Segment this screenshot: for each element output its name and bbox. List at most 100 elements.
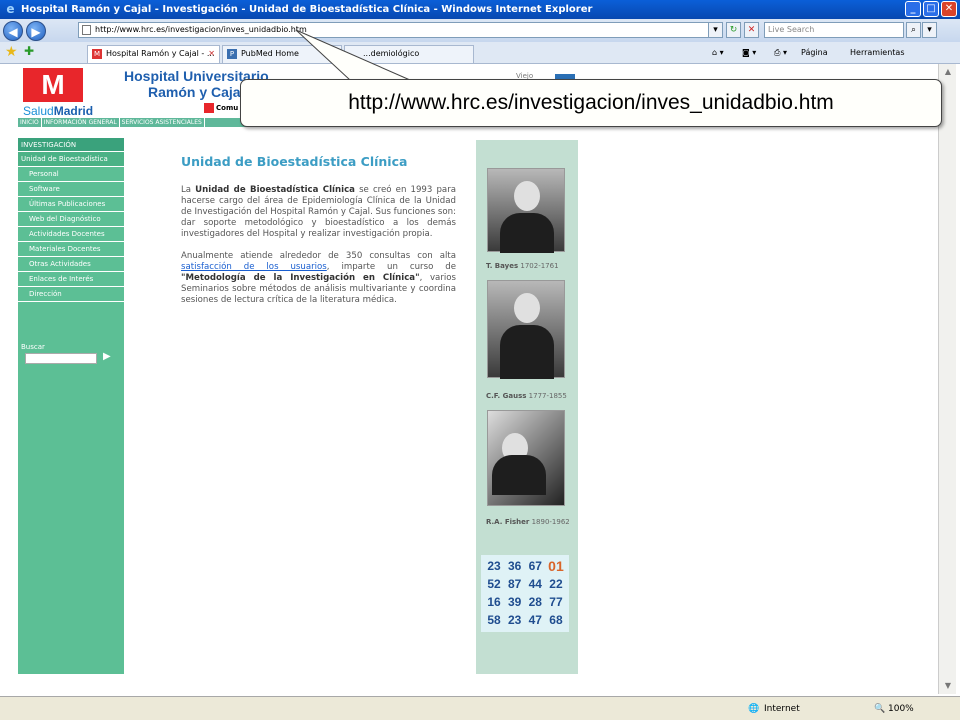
number-cell: 39 bbox=[507, 595, 522, 609]
p1-bold: Unidad de Bioestadística Clínica bbox=[195, 185, 355, 195]
tab-label: Hospital Ramón y Cajal - ... bbox=[106, 49, 215, 58]
sidebar-item-direccion[interactable]: Dirección bbox=[18, 287, 124, 302]
number-row: 23 36 67 01 bbox=[484, 557, 566, 575]
activity-paragraph: Anualmente atiende alrededor de 350 cons… bbox=[181, 251, 456, 306]
search-go-icon[interactable]: ▶ bbox=[103, 351, 111, 362]
p2-text-2: , imparte un curso de bbox=[326, 262, 456, 272]
tools-menu[interactable]: Herramientas bbox=[850, 45, 905, 61]
number-cell: 23 bbox=[487, 559, 501, 573]
search-icon[interactable]: ⌕ bbox=[906, 22, 921, 38]
address-input[interactable]: http://www.hrc.es/investigacion/inves_un… bbox=[78, 22, 723, 38]
number-cell: 58 bbox=[487, 613, 501, 627]
page-viewport: M SaludMadrid Hospital Universitario Ram… bbox=[18, 64, 938, 694]
number-row: 16 39 28 77 bbox=[484, 593, 566, 611]
address-url: http://www.hrc.es/investigacion/inves_un… bbox=[95, 25, 307, 34]
number-cell-highlight: 01 bbox=[548, 558, 564, 574]
sidebar-item-materiales[interactable]: Materiales Docentes bbox=[18, 242, 124, 257]
window-title: Hospital Ramón y Cajal - Investigación -… bbox=[21, 4, 593, 15]
random-numbers-table: 23 36 67 01 52 87 44 22 16 39 28 77 58 2… bbox=[481, 555, 569, 632]
caption-years: 1702-1761 bbox=[520, 262, 559, 270]
number-row: 58 23 47 68 bbox=[484, 611, 566, 629]
caption-name: T. Bayes bbox=[486, 262, 519, 270]
number-cell: 67 bbox=[528, 559, 542, 573]
number-cell: 68 bbox=[549, 613, 563, 627]
minimize-button[interactable]: _ bbox=[905, 1, 921, 17]
course-title: "Metodología de la Investigación en Clín… bbox=[181, 273, 420, 283]
hospital-name-line2: Ramón y Caja bbox=[148, 84, 241, 100]
window-titlebar: e Hospital Ramón y Cajal - Investigación… bbox=[0, 0, 960, 19]
hospital-favicon-icon: M bbox=[92, 49, 102, 59]
tab-pubmed[interactable]: P PubMed Home bbox=[222, 45, 342, 63]
sidebar-item-personal[interactable]: Personal bbox=[18, 167, 124, 182]
gauss-caption: C.F. Gauss 1777-1855 bbox=[486, 392, 567, 400]
sidebar-item-actividades[interactable]: Actividades Docentes bbox=[18, 227, 124, 242]
print-icon[interactable]: ⎙ ▾ bbox=[774, 45, 787, 61]
caption-years: 1777-1855 bbox=[528, 392, 567, 400]
number-cell: 87 bbox=[507, 577, 522, 591]
comunidad-madrid-logo: M bbox=[23, 68, 83, 102]
main-content: Unidad de Bioestadística Clínica La Unid… bbox=[181, 154, 456, 317]
search-label: Buscar bbox=[21, 343, 45, 351]
search-options-icon[interactable]: ▾ bbox=[922, 22, 937, 38]
maximize-button[interactable]: □ bbox=[923, 1, 939, 17]
p1-text: La bbox=[181, 185, 196, 195]
scroll-down-icon[interactable]: ▼ bbox=[939, 678, 957, 694]
site-search-input[interactable] bbox=[25, 353, 97, 364]
tab-close-icon[interactable]: ✕ bbox=[208, 46, 215, 62]
window-controls: _ □ ✕ bbox=[905, 1, 957, 17]
page-menu[interactable]: Página bbox=[801, 45, 828, 61]
tab-bar: ★ ✚ M Hospital Ramón y Cajal - ... ✕ P P… bbox=[0, 42, 960, 64]
address-dropdown-button[interactable]: ▾ bbox=[708, 22, 723, 38]
scroll-up-icon[interactable]: ▲ bbox=[939, 64, 957, 80]
caption-name: C.F. Gauss bbox=[486, 392, 527, 400]
tab-hospital[interactable]: M Hospital Ramón y Cajal - ... ✕ bbox=[87, 45, 220, 63]
gauss-portrait bbox=[487, 280, 565, 379]
caption-name: R.A. Fisher bbox=[486, 518, 530, 526]
internet-zone-icon: 🌐 bbox=[748, 704, 760, 714]
sidebar-item-otras[interactable]: Otras Actividades bbox=[18, 257, 124, 272]
refresh-icon[interactable]: ↻ bbox=[726, 22, 741, 38]
right-column: T. Bayes 1702-1761 C.F. Gauss 1777-1855 … bbox=[476, 140, 578, 674]
page-heading: Unidad de Bioestadística Clínica bbox=[181, 154, 408, 169]
caption-years: 1890-1962 bbox=[531, 518, 570, 526]
feeds-icon[interactable]: ◙ ▾ bbox=[742, 45, 756, 61]
back-button[interactable]: ◀ bbox=[3, 20, 23, 41]
zoom-icon[interactable]: 🔍 bbox=[874, 701, 885, 717]
stop-icon[interactable]: ✕ bbox=[744, 22, 759, 38]
sidebar-item-software[interactable]: Software bbox=[18, 182, 124, 197]
sidebar-item-diagnostico[interactable]: Web del Diagnóstico bbox=[18, 212, 124, 227]
favorites-star-icon[interactable]: ★ bbox=[5, 44, 18, 60]
sidebar: INVESTIGACIÓN Unidad de Bioestadística P… bbox=[18, 138, 124, 674]
vertical-scrollbar[interactable]: ▲ ▼ bbox=[938, 64, 956, 694]
tab-label: PubMed Home bbox=[241, 49, 299, 58]
tab-label: ...demiológico bbox=[363, 49, 420, 58]
home-icon[interactable]: ⌂ ▾ bbox=[712, 45, 724, 61]
add-favorites-icon[interactable]: ✚ bbox=[24, 44, 34, 58]
sidebar-header: INVESTIGACIÓN bbox=[18, 138, 124, 152]
fisher-caption: R.A. Fisher 1890-1962 bbox=[486, 518, 570, 526]
sidebar-item-unidad[interactable]: Unidad de Bioestadística bbox=[18, 152, 124, 167]
fisher-portrait bbox=[487, 410, 565, 506]
number-cell: 22 bbox=[549, 577, 563, 591]
comunidad-text: Comu bbox=[216, 104, 239, 112]
satisfaction-link[interactable]: satisfacción de los usuarios bbox=[181, 262, 327, 272]
search-input[interactable]: Live Search bbox=[764, 22, 904, 38]
forward-button[interactable]: ▶ bbox=[26, 20, 46, 41]
ie-logo-icon: e bbox=[6, 2, 15, 16]
sidebar-item-publicaciones[interactable]: Últimas Publicaciones bbox=[18, 197, 124, 212]
topnav-informacion[interactable]: INFORMACIÓN GENERAL bbox=[42, 118, 120, 127]
pubmed-favicon-icon: P bbox=[227, 49, 237, 59]
close-button[interactable]: ✕ bbox=[941, 1, 957, 17]
zoom-level[interactable]: 100% bbox=[888, 701, 914, 717]
number-cell: 47 bbox=[528, 613, 542, 627]
number-cell: 16 bbox=[487, 595, 501, 609]
number-cell: 36 bbox=[507, 559, 522, 573]
topnav-servicios[interactable]: SERVICIOS ASISTENCIALES bbox=[120, 118, 205, 127]
topnav-inicio[interactable]: INICIO bbox=[18, 118, 42, 127]
sidebar-item-enlaces[interactable]: Enlaces de Interés bbox=[18, 272, 124, 287]
salud-text: Salud bbox=[23, 104, 54, 118]
comunidad-flag-icon bbox=[204, 103, 214, 113]
page-icon bbox=[82, 25, 91, 35]
tab-third[interactable]: ...demiológico bbox=[344, 45, 474, 63]
number-row: 52 87 44 22 bbox=[484, 575, 566, 593]
